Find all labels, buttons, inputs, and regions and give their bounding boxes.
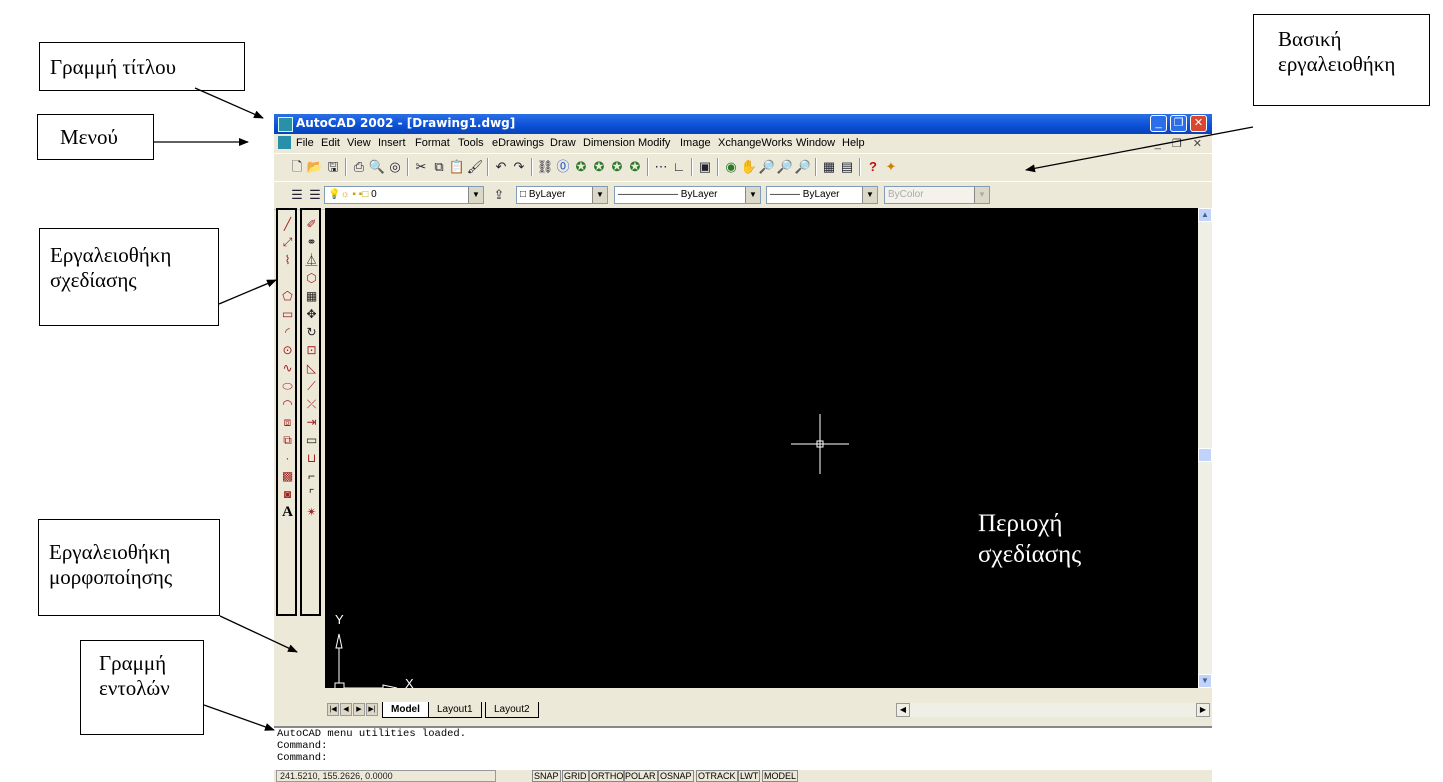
annotation-arrows: [154, 87, 1254, 731]
arrow-title-bar: [194, 87, 264, 119]
arrow-standard-toolbar: [1025, 126, 1254, 173]
arrow-draw-toolbar: [218, 279, 277, 305]
arrow-modify-toolbar: [219, 615, 298, 653]
arrow-command-line: [203, 704, 275, 731]
